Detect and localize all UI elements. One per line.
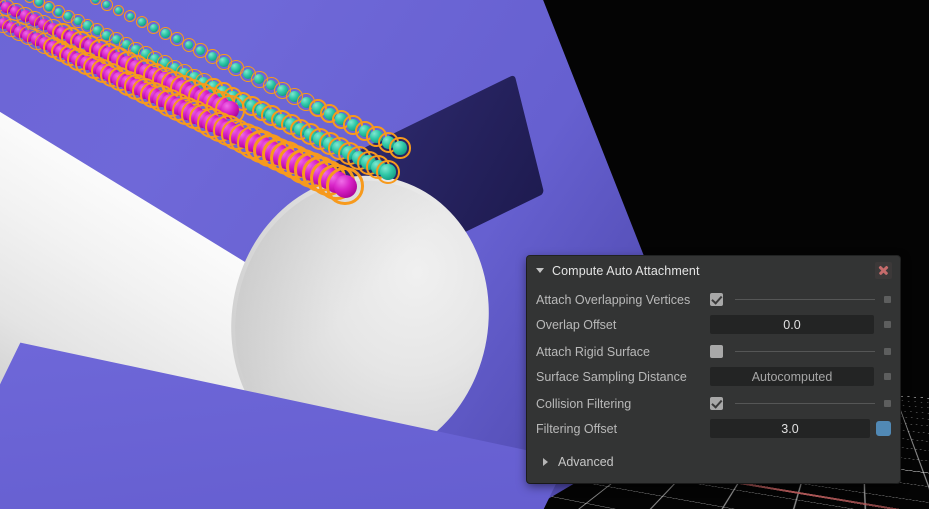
value-field-filtering-offset[interactable]: 3.0 bbox=[710, 419, 870, 438]
row-attach-rigid-surface: Attach Rigid Surface bbox=[527, 339, 900, 364]
app-window: Compute Auto Attachment Attach Overlappi… bbox=[0, 0, 929, 509]
end-marker-attach-overlapping-vertices[interactable] bbox=[884, 296, 891, 303]
end-marker-overlap-offset[interactable] bbox=[884, 321, 891, 328]
control-attach-rigid-surface bbox=[710, 345, 891, 358]
end-marker-surface-sampling-distance[interactable] bbox=[884, 373, 891, 380]
slider-track-collision-filtering[interactable] bbox=[735, 403, 875, 404]
checkbox-collision-filtering[interactable] bbox=[710, 397, 723, 410]
row-collision-filtering: Collision Filtering bbox=[527, 391, 900, 416]
triangle-down-icon[interactable] bbox=[536, 268, 544, 273]
row-attach-overlapping-vertices: Attach Overlapping Vertices bbox=[527, 287, 900, 312]
slider-track-attach-overlapping-vertices[interactable] bbox=[735, 299, 875, 300]
particle-sphere bbox=[126, 12, 135, 21]
advanced-label: Advanced bbox=[558, 455, 614, 469]
label-surface-sampling-distance: Surface Sampling Distance bbox=[536, 369, 687, 384]
particle-sphere bbox=[35, 0, 43, 6]
row-overlap-offset: Overlap Offset 0.0 bbox=[527, 312, 900, 337]
control-filtering-offset: 3.0 bbox=[710, 419, 891, 438]
end-marker-attach-rigid-surface[interactable] bbox=[884, 348, 891, 355]
particle-sphere bbox=[380, 164, 396, 180]
control-collision-filtering bbox=[710, 397, 891, 410]
slider-track-attach-rigid-surface[interactable] bbox=[735, 351, 875, 352]
color-swatch-filtering-offset[interactable] bbox=[876, 421, 891, 436]
label-overlap-offset: Overlap Offset bbox=[536, 317, 617, 332]
label-filtering-offset: Filtering Offset bbox=[536, 421, 618, 436]
end-marker-collision-filtering[interactable] bbox=[884, 400, 891, 407]
label-collision-filtering: Collision Filtering bbox=[536, 396, 632, 411]
value-field-overlap-offset[interactable]: 0.0 bbox=[710, 315, 874, 334]
control-overlap-offset: 0.0 bbox=[710, 315, 891, 334]
row-surface-sampling-distance: Surface Sampling Distance Autocomputed bbox=[527, 364, 900, 389]
triangle-right-icon[interactable] bbox=[543, 458, 548, 466]
particle-sphere bbox=[91, 0, 99, 3]
label-attach-rigid-surface: Attach Rigid Surface bbox=[536, 344, 650, 359]
row-filtering-offset: Filtering Offset 3.0 bbox=[527, 416, 900, 441]
particle-sphere bbox=[149, 23, 158, 32]
label-attach-overlapping-vertices: Attach Overlapping Vertices bbox=[536, 292, 691, 307]
particle-sphere bbox=[161, 29, 170, 38]
panel-body: Attach Overlapping Vertices Overlap Offs… bbox=[527, 285, 900, 475]
panel-header[interactable]: Compute Auto Attachment bbox=[527, 256, 900, 285]
particle-sphere bbox=[333, 174, 357, 198]
compute-auto-attachment-panel[interactable]: Compute Auto Attachment Attach Overlappi… bbox=[527, 256, 900, 483]
advanced-section-toggle[interactable]: Advanced bbox=[527, 449, 900, 475]
panel-title: Compute Auto Attachment bbox=[552, 263, 700, 278]
checkbox-attach-rigid-surface[interactable] bbox=[710, 345, 723, 358]
control-surface-sampling-distance: Autocomputed bbox=[710, 367, 891, 386]
particle-sphere bbox=[393, 141, 407, 155]
value-field-surface-sampling-distance[interactable]: Autocomputed bbox=[710, 367, 874, 386]
particle-sphere bbox=[138, 18, 146, 26]
control-attach-overlapping-vertices bbox=[710, 293, 891, 306]
checkbox-attach-overlapping-vertices[interactable] bbox=[710, 293, 723, 306]
close-x-icon[interactable] bbox=[875, 262, 892, 279]
